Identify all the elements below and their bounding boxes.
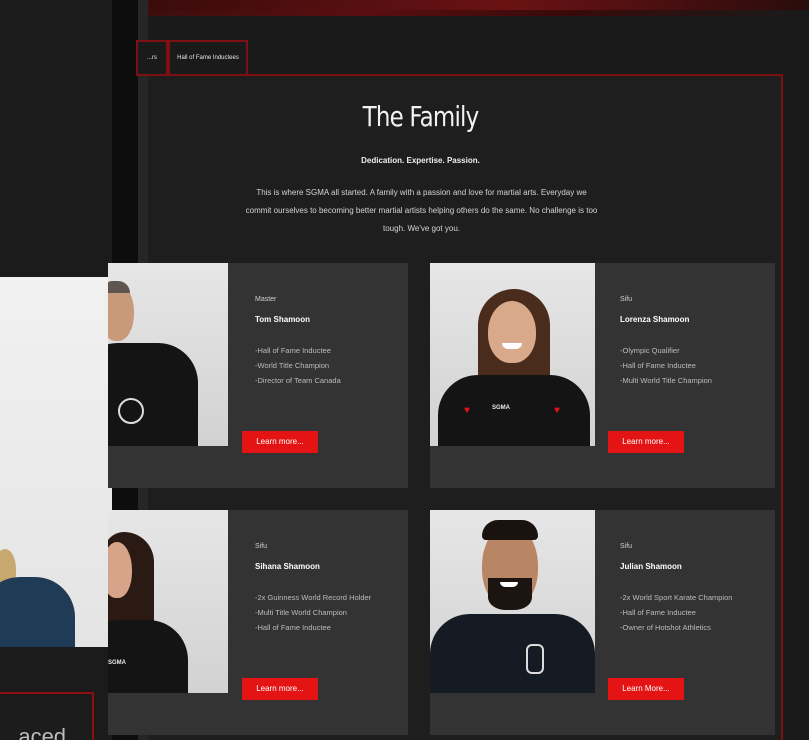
member-role: Sifu xyxy=(255,543,268,550)
header-light-strip xyxy=(150,0,809,10)
member-role: Sifu xyxy=(620,543,633,550)
member-name: Sihana Shamoon xyxy=(255,562,320,571)
tab-hall-of-fame[interactable]: Hall of Fame Inductees xyxy=(168,40,248,76)
member-card: SGMA ♥ ♥ Sifu Lorenza Shamoon -Olympic Q… xyxy=(430,263,775,488)
screenshot-stage: ...aced ...rs Hall of Fame Inductees The… xyxy=(0,0,809,740)
photo-hair xyxy=(108,281,130,293)
shirt-text: SGMA xyxy=(492,405,510,411)
member-fact: -Director of Team Canada xyxy=(255,376,341,385)
member-name: Tom Shamoon xyxy=(255,315,310,324)
photo-hair xyxy=(482,520,538,540)
main-panel: ...rs Hall of Fame Inductees The Family … xyxy=(108,16,809,740)
member-facts: -2x World Sport Karate Champion -Hall of… xyxy=(620,590,732,635)
member-role: Master xyxy=(255,296,277,303)
learn-more-button[interactable]: Learn more... xyxy=(242,431,318,453)
left-photo-jacket xyxy=(0,577,75,647)
learn-more-button[interactable]: Learn More... xyxy=(608,678,684,700)
shirt-logo-icon xyxy=(526,644,544,674)
photo-smile xyxy=(500,582,518,587)
photo-head xyxy=(488,301,536,363)
section-title: The Family xyxy=(362,100,480,133)
photo-body xyxy=(438,375,590,446)
photo-body xyxy=(430,614,595,693)
left-bottom-box[interactable]: ...aced xyxy=(0,692,94,740)
member-card: Sifu Julian Shamoon -2x World Sport Kara… xyxy=(430,510,775,735)
photo-body xyxy=(108,343,198,446)
member-photo: SGMA xyxy=(108,510,228,693)
section-intro: This is where SGMA all started. A family… xyxy=(245,188,598,233)
member-photo xyxy=(108,263,228,446)
member-card: Master Tom Shamoon -Hall of Fame Inducte… xyxy=(108,263,408,488)
section-tagline: Dedication. Expertise. Passion. xyxy=(361,156,480,165)
member-card: SGMA Sifu Sihana Shamoon -2x Guinness Wo… xyxy=(108,510,408,735)
left-photo xyxy=(0,277,112,647)
member-name: Lorenza Shamoon xyxy=(620,315,690,324)
member-facts: -2x Guinness World Record Holder -Multi … xyxy=(255,590,371,635)
member-facts: -Hall of Fame Inductee -World Title Cham… xyxy=(255,343,341,388)
member-fact: -Olympic Qualifier xyxy=(620,346,680,355)
member-photo xyxy=(430,510,595,693)
member-fact: -Hall of Fame Inductee xyxy=(255,623,331,632)
member-facts: -Olympic Qualifier -Hall of Fame Inducte… xyxy=(620,343,712,388)
photo-smile xyxy=(502,343,522,349)
tab-previous[interactable]: ...rs xyxy=(136,40,168,76)
member-role: Sifu xyxy=(620,296,633,303)
shirt-heart-icon: ♥ xyxy=(554,405,560,416)
learn-more-button[interactable]: Learn more... xyxy=(242,678,318,700)
photo-body xyxy=(108,620,188,693)
left-background-page: ...aced xyxy=(0,0,112,740)
member-fact: -Owner of Hotshot Athletics xyxy=(620,623,711,632)
member-fact: -Multi World Title Champion xyxy=(620,376,712,385)
shirt-text: SGMA xyxy=(108,660,126,666)
member-fact: -Hall of Fame Inductee xyxy=(620,361,696,370)
shirt-logo-icon xyxy=(118,398,144,424)
member-fact: -Hall of Fame Inductee xyxy=(620,608,696,617)
learn-more-button[interactable]: Learn more... xyxy=(608,431,684,453)
member-photo: SGMA ♥ ♥ xyxy=(430,263,595,446)
shirt-heart-icon: ♥ xyxy=(464,405,470,416)
member-name: Julian Shamoon xyxy=(620,562,682,571)
member-fact: -Multi Title World Champion xyxy=(255,608,347,617)
left-bottom-text: ...aced xyxy=(0,724,67,740)
member-fact: -2x World Sport Karate Champion xyxy=(620,593,733,602)
member-fact: -Hall of Fame Inductee xyxy=(255,346,331,355)
member-fact: -World Title Champion xyxy=(255,361,330,370)
member-fact: -2x Guinness World Record Holder xyxy=(255,593,372,602)
